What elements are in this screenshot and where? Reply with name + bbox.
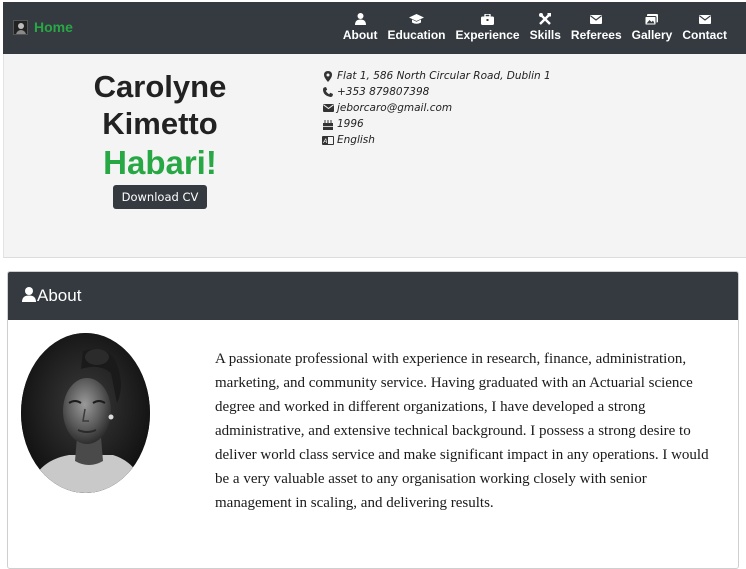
nav-item-education[interactable]: Education bbox=[383, 11, 451, 42]
envelope-icon bbox=[322, 104, 334, 112]
nav-label-experience: Experience bbox=[455, 28, 520, 42]
graduation-cap-icon bbox=[409, 11, 424, 27]
info-birth-year: 1996 bbox=[322, 116, 551, 132]
contact-info: Flat 1, 586 North Circular Road, Dublin … bbox=[322, 68, 551, 148]
envelope-icon bbox=[698, 11, 711, 27]
svg-text:A: A bbox=[322, 138, 327, 145]
info-phone: +353 879807398 bbox=[322, 84, 551, 100]
nav-label-education: Education bbox=[387, 28, 446, 42]
envelope-icon bbox=[590, 11, 603, 27]
nav-item-contact[interactable]: Contact bbox=[677, 11, 732, 42]
nav-item-about[interactable]: About bbox=[338, 11, 383, 42]
nav-item-referees[interactable]: Referees bbox=[566, 11, 627, 42]
language-text: English bbox=[337, 134, 375, 146]
nav-label-gallery: Gallery bbox=[631, 28, 673, 42]
nav-item-gallery[interactable]: Gallery bbox=[627, 11, 678, 42]
first-name: Carolyne bbox=[93, 69, 227, 104]
info-language: A English bbox=[322, 132, 551, 148]
download-cv-button[interactable]: Download CV bbox=[112, 185, 208, 209]
navbar: Home About Education Experience Skills R… bbox=[3, 2, 746, 54]
phone-text: +353 879807398 bbox=[337, 86, 430, 98]
birth-year-text: 1996 bbox=[337, 118, 364, 130]
last-name: Kimetto bbox=[102, 106, 218, 141]
nav-menu: About Education Experience Skills Refere… bbox=[338, 11, 732, 42]
nav-item-skills[interactable]: Skills bbox=[525, 11, 566, 42]
about-title: About bbox=[37, 286, 82, 305]
about-card: About A passionate professional with exp… bbox=[7, 271, 739, 569]
profile-photo bbox=[21, 333, 150, 493]
briefcase-icon bbox=[481, 11, 495, 27]
map-marker-icon bbox=[322, 70, 334, 82]
info-address: Flat 1, 586 North Circular Road, Dublin … bbox=[322, 68, 551, 84]
nav-label-about: About bbox=[342, 28, 378, 42]
nav-label-referees: Referees bbox=[570, 28, 622, 42]
avatar bbox=[13, 19, 28, 35]
nav-item-experience[interactable]: Experience bbox=[451, 11, 525, 42]
address-text: Flat 1, 586 North Circular Road, Dublin … bbox=[337, 70, 551, 82]
nav-label-skills: Skills bbox=[529, 28, 561, 42]
info-email: jeborcaro@gmail.com bbox=[322, 100, 551, 116]
nav-label-contact: Contact bbox=[682, 28, 727, 42]
home-label: Home bbox=[34, 19, 73, 35]
about-card-header: About bbox=[8, 272, 738, 320]
birthday-cake-icon bbox=[322, 119, 334, 130]
email-text: jeborcaro@gmail.com bbox=[337, 102, 453, 114]
user-icon bbox=[354, 11, 366, 27]
greeting: Habari! bbox=[103, 144, 217, 181]
name-block: Carolyne Kimetto Habari! Download CV bbox=[67, 68, 253, 209]
tools-icon bbox=[539, 11, 552, 27]
language-icon: A bbox=[322, 135, 334, 145]
about-text: A passionate professional with experienc… bbox=[215, 351, 709, 511]
home-link[interactable]: Home bbox=[13, 19, 73, 35]
profile-header: Carolyne Kimetto Habari! Download CV Fla… bbox=[3, 54, 746, 258]
user-icon bbox=[22, 286, 36, 306]
images-icon bbox=[645, 11, 659, 27]
phone-icon bbox=[322, 87, 334, 97]
